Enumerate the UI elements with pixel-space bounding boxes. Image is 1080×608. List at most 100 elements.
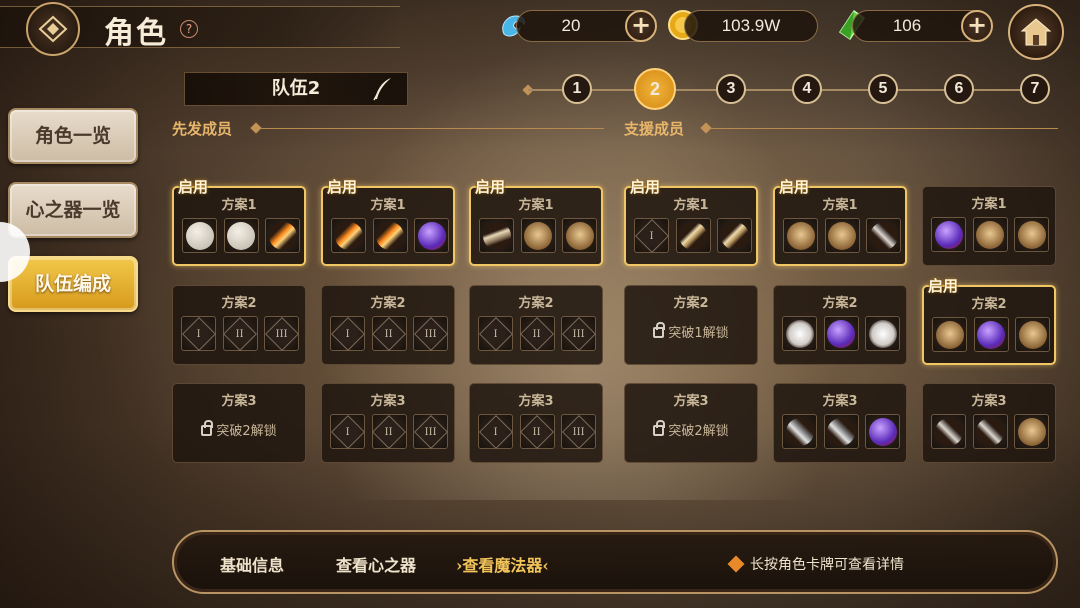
plan-title: 方案3 (518, 394, 554, 409)
team-step-1[interactable]: 1 (562, 74, 592, 104)
equip-slot[interactable]: I (478, 316, 513, 351)
plan-title: 方案1 (971, 197, 1007, 212)
plan-card[interactable]: 方案3 突破2解锁 (624, 383, 758, 463)
help-icon[interactable]: ? (180, 20, 198, 38)
plan-card[interactable]: 方案2 I II III (321, 285, 455, 365)
equip-slot[interactable] (972, 217, 1008, 252)
equip-slot[interactable] (865, 414, 900, 449)
equip-slot[interactable] (414, 218, 449, 253)
plan-card[interactable]: 启用 方案1 (172, 178, 306, 266)
equip-slot[interactable] (372, 218, 408, 253)
team-step-4[interactable]: 4 (792, 74, 822, 104)
equip-slot[interactable]: III (413, 414, 448, 449)
plan-card[interactable]: 启用 方案1 (773, 178, 907, 266)
equip-slot[interactable]: I (478, 414, 513, 449)
equip-slot[interactable] (823, 316, 859, 351)
equip-slot[interactable] (717, 218, 752, 253)
equip-slot[interactable]: II (519, 316, 555, 351)
team-step-7[interactable]: 7 (1020, 74, 1050, 104)
equip-slot[interactable] (932, 317, 967, 352)
team-step-6[interactable]: 6 (944, 74, 974, 104)
plan-card[interactable]: 方案3 突破2解锁 (172, 383, 306, 463)
equip-slot[interactable]: III (264, 316, 299, 351)
plan-card[interactable]: 启用 方案2 (922, 277, 1056, 365)
empty-slot-icon: III (264, 316, 299, 351)
equip-slot[interactable] (562, 218, 597, 253)
plan-card[interactable]: 方案3 (773, 383, 907, 463)
equip-slot[interactable]: II (222, 316, 258, 351)
plan-title: 方案1 (822, 198, 858, 213)
equip-slot[interactable] (223, 218, 259, 253)
equip-slot[interactable]: I (634, 218, 669, 253)
view-magic-button[interactable]: ›查看魔法器‹ (456, 552, 549, 576)
menu-emblem-button[interactable] (26, 2, 80, 56)
equip-slot[interactable] (331, 218, 366, 253)
plan-card[interactable]: 方案2 I II III (172, 285, 306, 365)
equip-slot[interactable] (972, 414, 1008, 449)
plan-card[interactable]: 启用 方案1 (321, 178, 455, 266)
team-step-2[interactable]: 2 (634, 68, 676, 110)
equip-slot[interactable]: I (330, 414, 365, 449)
basic-info-button[interactable]: 基础信息 (220, 552, 284, 576)
rename-quill-icon[interactable] (371, 77, 393, 101)
equip-slot[interactable] (824, 218, 860, 253)
equip-slot[interactable] (1014, 217, 1049, 252)
equip-slot[interactable] (866, 218, 901, 253)
equip-slot[interactable] (1015, 317, 1050, 352)
equip-slot[interactable] (782, 316, 817, 351)
add-spirit-button[interactable]: + (625, 10, 657, 42)
staff-icon (482, 221, 511, 250)
team-step-5[interactable]: 5 (868, 74, 898, 104)
plan-card[interactable]: 方案2 突破1解锁 (624, 285, 758, 365)
equip-slot[interactable] (479, 218, 514, 253)
hint-text: 长按角色卡牌可查看详情 (750, 557, 904, 573)
plan-card[interactable]: 方案3 (922, 383, 1056, 463)
shield-icon (1018, 320, 1047, 349)
equip-slot[interactable] (973, 317, 1009, 352)
slot-number: II (533, 328, 541, 339)
home-button[interactable] (1008, 4, 1064, 60)
sidebar-item-character-list[interactable]: 角色一览 (8, 108, 138, 164)
equip-slot[interactable] (823, 414, 859, 449)
equip-slot[interactable] (1014, 414, 1049, 449)
plan-slots (931, 217, 1049, 253)
equip-slot[interactable]: I (330, 316, 365, 351)
equip-slot[interactable] (865, 316, 900, 351)
plan-card[interactable]: 方案2 (773, 285, 907, 365)
equip-slot[interactable] (265, 218, 300, 253)
plan-card[interactable]: 方案3 I II III (321, 383, 455, 463)
equip-slot[interactable]: III (413, 316, 448, 351)
equip-slot[interactable] (182, 218, 217, 253)
equip-slot[interactable] (931, 414, 966, 449)
equip-slot[interactable]: III (561, 414, 596, 449)
equip-slot[interactable] (782, 414, 817, 449)
team-name-plate[interactable]: 队伍2 (184, 72, 408, 106)
sidebar-item-heart-list[interactable]: 心之器一览 (8, 182, 138, 238)
equip-slot[interactable] (931, 217, 966, 252)
team-step-3[interactable]: 3 (716, 74, 746, 104)
slot-number: II (385, 328, 393, 339)
plan-title: 方案3 (822, 394, 858, 409)
equip-slot[interactable]: I (181, 316, 216, 351)
empty-slot-icon: I (330, 316, 365, 351)
add-crystal-button[interactable]: + (961, 10, 993, 42)
equip-slot[interactable]: II (371, 316, 407, 351)
equip-slot[interactable] (783, 218, 818, 253)
equip-slot[interactable]: II (519, 414, 555, 449)
wing-icon (785, 319, 814, 348)
equip-slot[interactable]: II (371, 414, 407, 449)
plan-card[interactable]: 启用 方案1 (469, 178, 603, 266)
plan-card[interactable]: 方案3 I II III (469, 383, 603, 463)
plan-card[interactable]: 方案2 I II III (469, 285, 603, 365)
plan-title: 方案1 (673, 198, 709, 213)
view-heart-button[interactable]: 查看心之器 (336, 552, 416, 576)
slot-number: I (196, 327, 201, 339)
plan-card[interactable]: 方案1 (922, 186, 1056, 266)
equip-slot[interactable] (675, 218, 711, 253)
equip-slot[interactable]: III (561, 316, 596, 351)
equip-slot[interactable] (520, 218, 556, 253)
sidebar-item-team-formation[interactable]: 队伍编成 (8, 256, 138, 312)
plan-title: 方案2 (673, 296, 709, 311)
plan-card[interactable]: 启用 方案1 I (624, 178, 758, 266)
orb-icon (827, 319, 855, 348)
